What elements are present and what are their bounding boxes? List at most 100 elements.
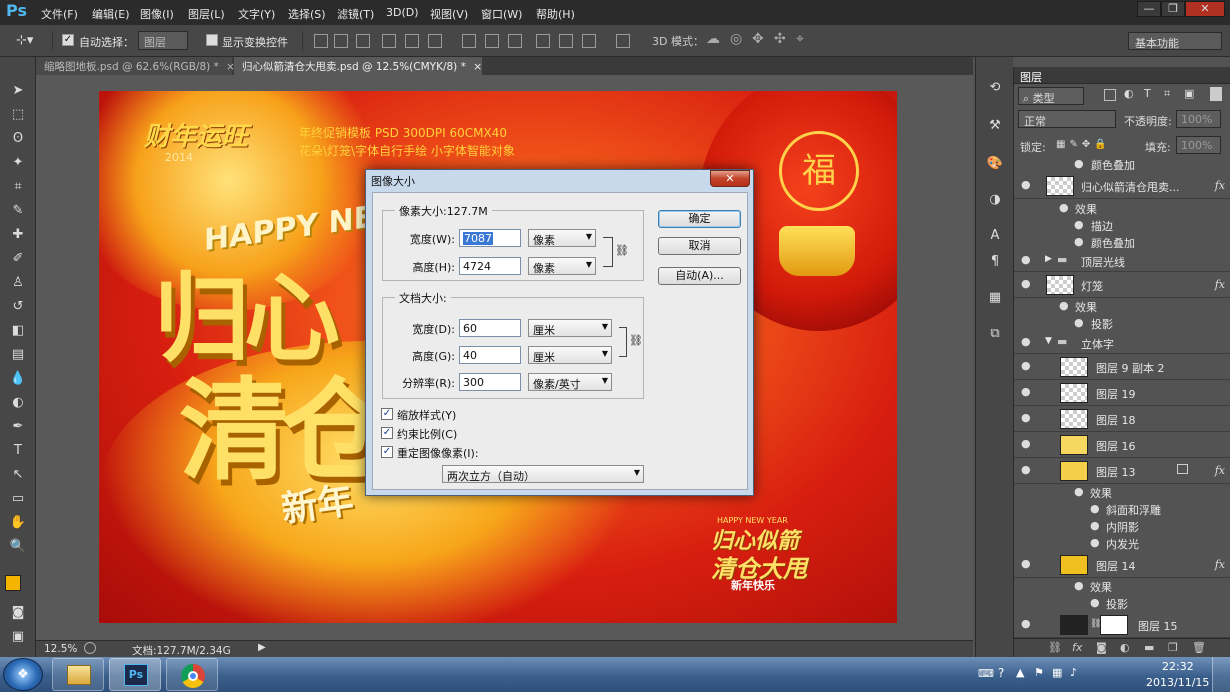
eye-icon[interactable]: ●	[1090, 597, 1102, 608]
layer-row[interactable]: ● 图层 16	[1014, 432, 1230, 458]
zoom-level[interactable]: 12.5%	[44, 643, 77, 655]
eye-icon[interactable]: ●	[1021, 254, 1033, 265]
doc-height-unit[interactable]: 厘米	[528, 346, 612, 364]
effects-row[interactable]: ● 效果	[1014, 298, 1230, 315]
tool-presets-icon[interactable]: ⚒	[984, 115, 1006, 137]
history-icon[interactable]: ⟲	[984, 77, 1006, 99]
foreground-color-swatch[interactable]	[5, 575, 21, 591]
distribute-hcenter-icon[interactable]	[559, 34, 573, 48]
link-layers-icon[interactable]: ⛓	[1048, 641, 1062, 654]
align-bottom-icon[interactable]	[356, 34, 370, 48]
distribute-vcenter-icon[interactable]	[485, 34, 499, 48]
expand-arrow-icon[interactable]: ▶	[1045, 254, 1052, 264]
effect-shadow-row[interactable]: ● 投影	[1014, 595, 1230, 612]
brush-presets-icon[interactable]: ▦	[984, 287, 1006, 309]
effect-inner-shadow-row[interactable]: ● 内阴影	[1014, 518, 1230, 535]
effect-stroke-row[interactable]: ● 描边	[1014, 217, 1230, 234]
filter-type-icon[interactable]: T	[1144, 87, 1151, 100]
tab-thumbnail-doc[interactable]: 缩略图地板.psd @ 62.6%(RGB/8) * ×	[36, 57, 235, 75]
filter-toggle-icon[interactable]	[1210, 87, 1222, 101]
keyboard-icon[interactable]: ⌨	[978, 667, 994, 680]
eye-icon[interactable]: ●	[1074, 486, 1086, 497]
auto-select-dropdown[interactable]: 图层	[138, 31, 188, 50]
eye-icon[interactable]: ●	[1021, 412, 1033, 423]
eye-icon[interactable]: ●	[1074, 158, 1086, 169]
crop-tool-icon[interactable]: ⌗	[8, 177, 28, 197]
eye-icon[interactable]: ●	[1021, 438, 1033, 449]
photoshop-taskbar-button[interactable]: Ps	[109, 658, 161, 691]
pixel-height-unit[interactable]: 像素	[528, 257, 596, 275]
eye-icon[interactable]: ●	[1021, 360, 1033, 371]
blur-tool-icon[interactable]: 💧	[8, 369, 28, 389]
add-mask-icon[interactable]: ◙	[1096, 641, 1107, 654]
resolution-input[interactable]: 300	[459, 373, 521, 391]
align-right-icon[interactable]	[428, 34, 442, 48]
tab-close-icon[interactable]: ×	[473, 61, 482, 73]
clock-date[interactable]: 2013/11/15	[1146, 676, 1209, 689]
adjustments-icon[interactable]: ◑	[984, 189, 1006, 211]
clock-time[interactable]: 22:32	[1162, 660, 1194, 673]
menu-type[interactable]: 文字(Y)	[238, 6, 275, 22]
layer-row[interactable]: ● 图层 18	[1014, 406, 1230, 432]
filter-pixel-icon[interactable]	[1104, 89, 1116, 101]
effect-shadow-row[interactable]: ● 投影	[1014, 315, 1230, 332]
screen-mode-icon[interactable]: ▣	[8, 627, 28, 647]
status-info-icon[interactable]	[84, 642, 96, 654]
eye-icon[interactable]: ●	[1074, 580, 1086, 591]
volume-icon[interactable]: ♪	[1070, 666, 1077, 679]
align-vcenter-icon[interactable]	[334, 34, 348, 48]
auto-button[interactable]: 自动(A)...	[658, 267, 741, 285]
eye-icon[interactable]: ●	[1090, 520, 1102, 531]
close-button[interactable]: ✕	[1185, 1, 1225, 17]
fx-icon[interactable]: fx	[1215, 179, 1225, 192]
start-button[interactable]: ❖	[3, 658, 43, 691]
workspace-dropdown[interactable]: 基本功能	[1128, 32, 1222, 50]
fx-icon[interactable]: fx	[1215, 278, 1225, 291]
help-icon[interactable]: ?	[998, 666, 1004, 680]
effects-row[interactable]: ● 效果	[1014, 484, 1230, 501]
layer-row[interactable]: ● 灯笼 fx	[1014, 272, 1230, 298]
3d-rotate-icon[interactable]: ☁	[706, 31, 720, 47]
resolution-unit[interactable]: 像素/英寸	[528, 373, 612, 391]
move-tool-icon[interactable]: ➤	[8, 81, 28, 101]
eyedropper-icon[interactable]: ✎	[8, 201, 28, 221]
resample-method-dropdown[interactable]: 两次立方（自动）	[442, 465, 644, 483]
align-hcenter-icon[interactable]	[405, 34, 419, 48]
layer-row[interactable]: ● 图层 14 fx	[1014, 552, 1230, 578]
layer-effect-row[interactable]: ● 颜色叠加	[1014, 156, 1230, 173]
layer-kind-filter[interactable]: ⌕ 类型	[1018, 87, 1084, 105]
effect-bevel-row[interactable]: ● 斜面和浮雕	[1014, 501, 1230, 518]
eye-icon[interactable]: ●	[1090, 503, 1102, 514]
layer-group-row[interactable]: ● ▶ ▬ 顶层光线	[1014, 250, 1230, 272]
effects-row[interactable]: ● 效果	[1014, 200, 1230, 217]
healing-brush-icon[interactable]: ✚	[8, 225, 28, 245]
type-tool-icon[interactable]: T	[8, 441, 28, 461]
eye-icon[interactable]: ●	[1021, 558, 1033, 569]
zoom-tool-icon[interactable]: 🔍	[8, 537, 28, 557]
distribute-right-icon[interactable]	[582, 34, 596, 48]
eye-icon[interactable]: ●	[1074, 317, 1086, 328]
dialog-close-button[interactable]: ✕	[710, 170, 750, 187]
eye-icon[interactable]: ●	[1021, 464, 1033, 475]
doc-height-input[interactable]: 40	[459, 346, 521, 364]
eye-icon[interactable]: ●	[1059, 300, 1071, 311]
menu-layer[interactable]: 图层(L)	[188, 6, 225, 22]
menu-3d[interactable]: 3D(D)	[386, 6, 419, 19]
align-left-icon[interactable]	[382, 34, 396, 48]
3d-roll-icon[interactable]: ◎	[730, 31, 742, 47]
layer-group-row[interactable]: ● ▼ ▬ 立体字	[1014, 332, 1230, 354]
menu-image[interactable]: 图像(I)	[140, 6, 174, 22]
pixel-width-unit[interactable]: 像素	[528, 229, 596, 247]
pen-tool-icon[interactable]: ✒	[8, 417, 28, 437]
filter-shape-icon[interactable]: ⌗	[1164, 87, 1170, 101]
eye-icon[interactable]: ●	[1074, 236, 1086, 247]
layer-row[interactable]: ● ⛓ 图层 15	[1014, 612, 1230, 638]
collapse-arrow-icon[interactable]: ▼	[1045, 336, 1052, 346]
layer-row[interactable]: ● 图层 9 副本 2	[1014, 354, 1230, 380]
quick-mask-icon[interactable]: ◙	[8, 603, 28, 623]
paragraph-icon[interactable]: ¶	[984, 251, 1006, 273]
clone-source-icon[interactable]: ⧉	[984, 323, 1006, 345]
status-arrow-icon[interactable]: ▶	[258, 642, 266, 653]
brush-tool-icon[interactable]: ✐	[8, 249, 28, 269]
explorer-taskbar-button[interactable]	[52, 658, 104, 691]
